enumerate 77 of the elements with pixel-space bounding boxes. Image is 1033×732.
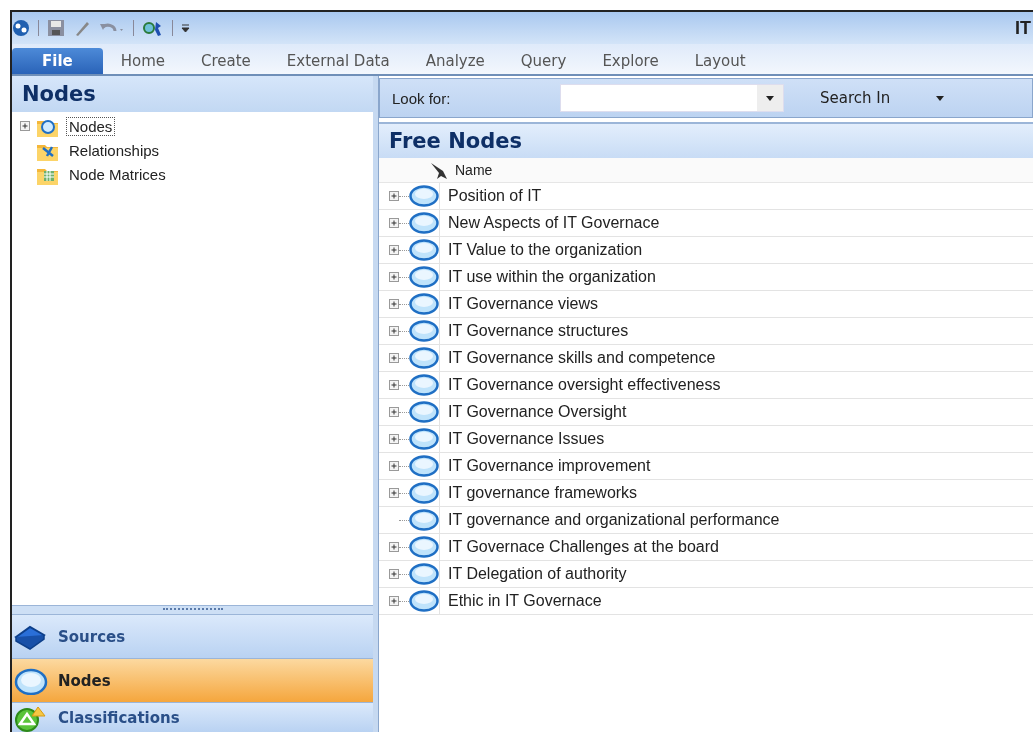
node-icon bbox=[409, 185, 439, 207]
panel-title: Nodes bbox=[12, 76, 373, 112]
node-name[interactable]: Ethic in IT Governace bbox=[439, 588, 602, 614]
node-icon bbox=[409, 239, 439, 261]
expand-icon[interactable] bbox=[389, 326, 399, 336]
pencil-icon bbox=[73, 19, 91, 37]
expand-icon[interactable] bbox=[389, 380, 399, 390]
node-name[interactable]: IT Governance views bbox=[439, 291, 598, 317]
list-title: Free Nodes bbox=[379, 122, 1033, 158]
expand-icon[interactable] bbox=[389, 596, 399, 606]
splitter-grip[interactable] bbox=[12, 605, 373, 614]
ribbon-tab[interactable]: Create bbox=[183, 48, 269, 74]
expand-icon[interactable] bbox=[389, 218, 399, 228]
node-icon bbox=[409, 374, 439, 396]
ribbon-tab[interactable]: Explore bbox=[584, 48, 677, 74]
expand-icon[interactable] bbox=[389, 569, 399, 579]
expand-icon[interactable] bbox=[389, 434, 399, 444]
node-name[interactable]: IT Governance Issues bbox=[439, 426, 605, 452]
node-name[interactable]: IT Governance skills and competence bbox=[439, 345, 716, 371]
expand-icon[interactable] bbox=[389, 542, 399, 552]
node-icon bbox=[409, 293, 439, 315]
save-icon bbox=[47, 19, 65, 37]
find-icon bbox=[142, 19, 164, 37]
app-logo-icon bbox=[12, 19, 30, 37]
node-icon bbox=[409, 482, 439, 504]
node-icon bbox=[14, 666, 48, 695]
tree-item[interactable]: Node Matrices bbox=[66, 164, 169, 184]
node-icon bbox=[409, 401, 439, 423]
navigation-button[interactable]: Sources bbox=[12, 614, 373, 658]
node-icon bbox=[409, 536, 439, 558]
node-name[interactable]: IT Delegation of authority bbox=[439, 561, 627, 587]
node-name[interactable]: Position of IT bbox=[439, 183, 542, 209]
ribbon-tab[interactable]: File bbox=[12, 48, 103, 74]
expand-icon[interactable] bbox=[389, 461, 399, 471]
node-name[interactable]: IT Governace Challenges at the board bbox=[439, 534, 719, 560]
node-icon bbox=[409, 509, 439, 531]
search-in-button[interactable]: Search In bbox=[814, 89, 951, 107]
expand-icon[interactable] bbox=[389, 191, 399, 201]
tree-item[interactable]: Nodes bbox=[66, 116, 116, 136]
ribbon-tab[interactable]: External Data bbox=[268, 48, 408, 74]
window-title: IT bbox=[1015, 17, 1032, 39]
node-name[interactable]: IT use within the organization bbox=[439, 264, 656, 290]
search-label: Look for: bbox=[391, 89, 452, 107]
expand-icon[interactable] bbox=[389, 488, 399, 498]
node-icon bbox=[409, 455, 439, 477]
dropdown-button[interactable] bbox=[757, 85, 783, 111]
navigation-button[interactable]: Classifications bbox=[12, 702, 373, 732]
search-field[interactable] bbox=[560, 84, 784, 112]
expand-icon[interactable] bbox=[20, 121, 30, 131]
node-name[interactable]: IT Governance oversight effectiveness bbox=[439, 372, 721, 398]
node-icon bbox=[409, 212, 439, 234]
node-icon bbox=[409, 590, 439, 612]
tree-item[interactable]: Relationships bbox=[66, 140, 163, 160]
node-icon bbox=[409, 347, 439, 369]
node-icon bbox=[409, 320, 439, 342]
ribbon-tab[interactable]: Query bbox=[502, 48, 585, 74]
expand-icon[interactable] bbox=[389, 407, 399, 417]
node-name[interactable]: IT Governance improvement bbox=[439, 453, 651, 479]
node-icon bbox=[409, 428, 439, 450]
expand-icon[interactable] bbox=[389, 353, 399, 363]
node-name[interactable]: IT governance and organizational performance bbox=[439, 507, 780, 533]
expand-icon[interactable] bbox=[389, 299, 399, 309]
ribbon-tab[interactable]: Home bbox=[102, 48, 183, 74]
node-name[interactable]: IT Governance Oversight bbox=[439, 399, 627, 425]
customize-menu-icon bbox=[181, 23, 190, 33]
expand-icon[interactable] bbox=[389, 272, 399, 282]
ribbon-tab[interactable]: Layout bbox=[676, 48, 764, 74]
node-icon bbox=[409, 266, 439, 288]
column-header[interactable]: Name bbox=[455, 162, 493, 178]
node-icon bbox=[409, 563, 439, 585]
node-name[interactable]: IT Value to the organization bbox=[439, 237, 643, 263]
ribbon-tab[interactable]: Analyze bbox=[407, 48, 503, 74]
expand-icon[interactable] bbox=[389, 245, 399, 255]
node-name[interactable]: IT governance frameworks bbox=[439, 480, 638, 506]
node-name[interactable]: IT Governance structures bbox=[439, 318, 629, 344]
navigation-button[interactable]: Nodes bbox=[12, 658, 373, 702]
node-name[interactable]: New Aspects of IT Governace bbox=[439, 210, 660, 236]
